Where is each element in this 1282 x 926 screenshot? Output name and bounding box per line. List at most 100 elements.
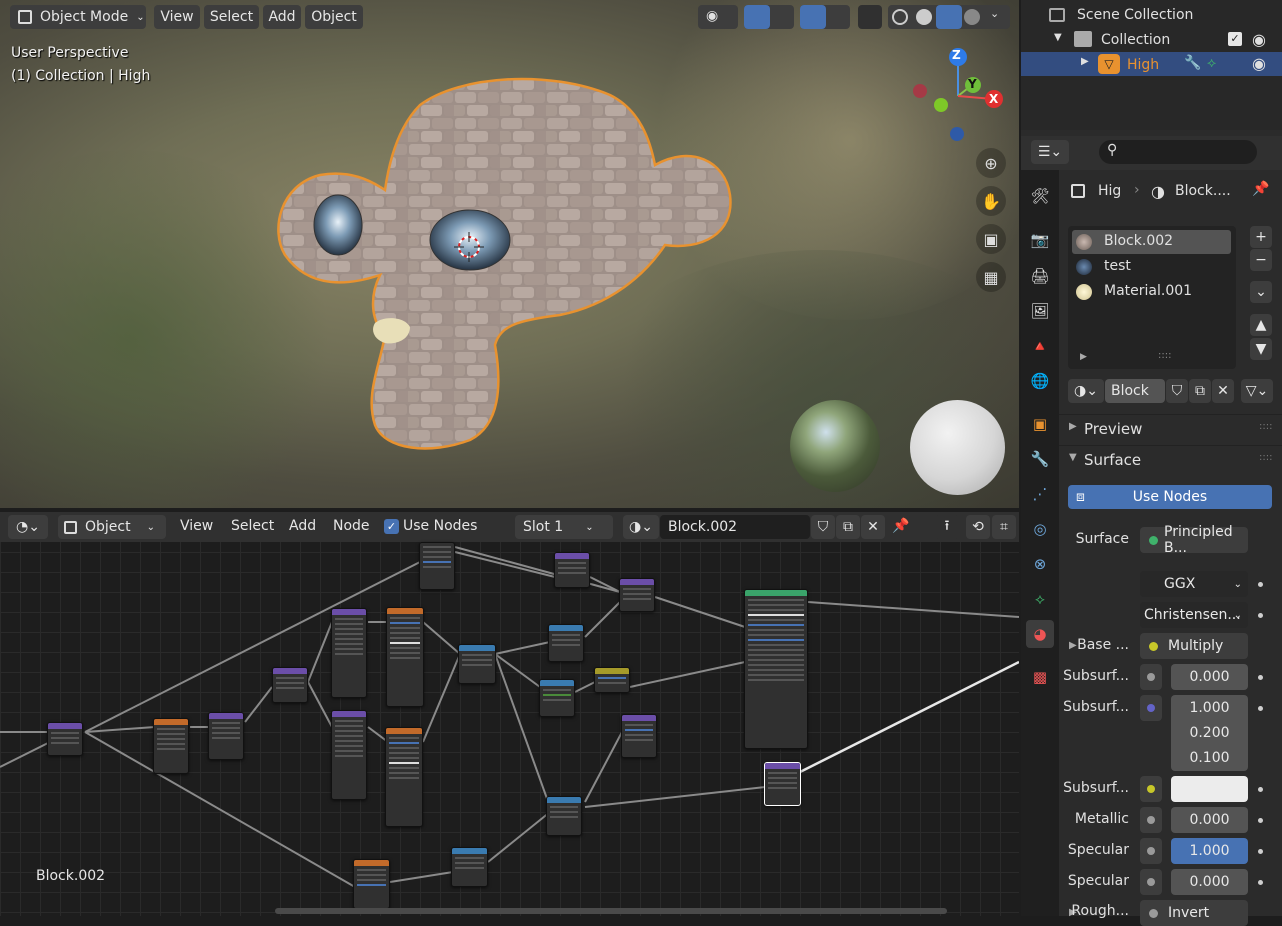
modifier-tab-icon[interactable]: 🔧 bbox=[1026, 445, 1054, 473]
render-tab-icon[interactable]: 📷 bbox=[1026, 226, 1054, 254]
menu-view[interactable]: View bbox=[154, 5, 200, 29]
snap-icon[interactable]: ⟲ bbox=[966, 515, 990, 539]
multiply-node[interactable] bbox=[451, 847, 488, 887]
distribution-dropdown[interactable]: GGX ⌄ bbox=[1140, 571, 1248, 597]
menu-node[interactable]: Node bbox=[333, 518, 370, 534]
object-tab-icon[interactable]: ▣ bbox=[1026, 410, 1054, 438]
move-up-arrow-icon[interactable]: ▲ bbox=[1250, 314, 1272, 336]
collection-label[interactable]: Collection bbox=[1101, 32, 1170, 48]
keyframe-dot-icon[interactable] bbox=[1258, 818, 1263, 823]
material-tab-icon[interactable]: ◕ bbox=[1026, 620, 1054, 648]
material-slot-item[interactable]: Block.002 bbox=[1072, 230, 1231, 254]
duplicate-icon[interactable]: ⧉ bbox=[1189, 379, 1211, 403]
outliner[interactable]: Scene Collection ▼ Collection ✓ ◉ ▶ ▽ Hi… bbox=[1021, 0, 1282, 130]
keyframe-dot-icon[interactable] bbox=[1258, 849, 1263, 854]
shader-type-dropdown[interactable]: Object ⌄ bbox=[58, 515, 166, 539]
resize-handle-icon[interactable]: :::: bbox=[1158, 350, 1171, 361]
multiply-node[interactable] bbox=[47, 722, 83, 756]
metallic-value-field[interactable]: 0.000 bbox=[1171, 807, 1248, 833]
brick-texture-node[interactable] bbox=[385, 727, 423, 827]
math-node[interactable] bbox=[539, 679, 575, 717]
material-browse[interactable]: ◑⌄ bbox=[1068, 379, 1104, 403]
world-tab-icon[interactable]: 🌐 bbox=[1026, 367, 1054, 395]
bump-node[interactable] bbox=[621, 714, 657, 758]
menu-object[interactable]: Object bbox=[305, 5, 363, 29]
noise-texture-node[interactable] bbox=[419, 542, 455, 590]
specular-value-field[interactable]: 1.000 bbox=[1171, 838, 1248, 864]
snap-grid-icon[interactable]: ⌗ bbox=[992, 515, 1016, 539]
keyframe-dot-icon[interactable] bbox=[1258, 675, 1263, 680]
socket-button[interactable] bbox=[1140, 776, 1162, 802]
keyframe-dot-icon[interactable] bbox=[1258, 706, 1263, 711]
eye-icon[interactable]: ◉ bbox=[1252, 30, 1266, 49]
menu-select[interactable]: Select bbox=[204, 5, 259, 29]
slot-dropdown[interactable]: Slot 1 ⌄ bbox=[515, 515, 613, 539]
material-name-field[interactable]: Block bbox=[1105, 379, 1165, 403]
xray-toggle[interactable] bbox=[858, 5, 882, 29]
subsurface-radius-y[interactable]: 0.200 bbox=[1171, 720, 1248, 746]
scene-collection-label[interactable]: Scene Collection bbox=[1077, 7, 1193, 23]
fake-user-shield-icon[interactable]: ⛉ bbox=[1166, 379, 1188, 403]
perspective-grid-icon[interactable]: ▦ bbox=[976, 262, 1006, 292]
parent-node-tree-icon[interactable]: ⭱ bbox=[935, 515, 959, 539]
keyframe-dot-icon[interactable] bbox=[1258, 613, 1263, 618]
roughness-link-field[interactable]: Invert bbox=[1140, 900, 1248, 926]
scene-tab-icon[interactable]: 🔺 bbox=[1026, 332, 1054, 360]
remove-slot-minus-icon[interactable]: − bbox=[1250, 249, 1272, 271]
pan-hand-icon[interactable]: ✋ bbox=[976, 186, 1006, 216]
gizmo-dropdown[interactable] bbox=[744, 5, 794, 29]
displacement-node[interactable] bbox=[764, 762, 801, 806]
tool-tab-icon[interactable]: 🛠 bbox=[1026, 182, 1054, 210]
unlink-close-icon[interactable]: ✕ bbox=[1212, 379, 1234, 403]
subsurface-method-dropdown[interactable]: Christensen... ⌄ bbox=[1140, 602, 1248, 628]
math-node[interactable] bbox=[458, 644, 496, 684]
surface-shader-field[interactable]: Principled B... bbox=[1140, 524, 1248, 556]
material-slot-list[interactable]: Block.002 test Material.001 ▶ :::: bbox=[1068, 226, 1236, 369]
exclude-checkbox[interactable]: ✓ bbox=[1228, 32, 1242, 46]
subsurface-value-field[interactable]: 0.000 bbox=[1171, 664, 1248, 690]
expand-arrow-icon[interactable]: ▶ bbox=[1080, 352, 1087, 362]
texture-tab-icon[interactable]: ▩ bbox=[1026, 663, 1054, 691]
keyframe-dot-icon[interactable] bbox=[1258, 787, 1263, 792]
output-tab-icon[interactable]: 🖨 bbox=[1026, 262, 1054, 290]
mode-select[interactable]: Object Mode ⌄ bbox=[10, 5, 146, 29]
drag-handle-icon[interactable]: :::: bbox=[1259, 452, 1272, 463]
add-node[interactable] bbox=[548, 624, 584, 662]
overlay-dropdown[interactable] bbox=[800, 5, 850, 29]
material-browse[interactable]: ◑⌄ bbox=[623, 515, 659, 539]
3d-viewport[interactable]: Object Mode ⌄ View Select Add Object ◉ ⌄… bbox=[0, 0, 1019, 508]
material-slot-item[interactable]: test bbox=[1072, 255, 1231, 279]
unlink-close-icon[interactable]: ✕ bbox=[861, 515, 885, 539]
multiply-node[interactable] bbox=[619, 578, 655, 612]
subsurface-radius-x[interactable]: 1.000 bbox=[1171, 695, 1248, 721]
multiply-node[interactable] bbox=[554, 552, 590, 588]
surface-panel-header[interactable]: ▼ Surface :::: bbox=[1059, 445, 1282, 473]
shading-selector[interactable]: ⌄ bbox=[888, 5, 1010, 29]
property-search-input[interactable]: ⚲ bbox=[1099, 140, 1257, 164]
camera-view-icon[interactable]: ▣ bbox=[976, 224, 1006, 254]
subtract-node[interactable] bbox=[546, 796, 582, 836]
menu-select[interactable]: Select bbox=[231, 518, 274, 534]
editor-type-dropdown[interactable]: ◔⌄ bbox=[8, 515, 48, 539]
socket-button[interactable] bbox=[1140, 838, 1162, 864]
material-name-field[interactable]: Block.002 bbox=[660, 515, 810, 539]
noise-texture-node[interactable] bbox=[153, 718, 189, 774]
expand-arrow-icon[interactable]: ▶ bbox=[1081, 56, 1089, 67]
menu-view[interactable]: View bbox=[180, 518, 213, 534]
socket-button[interactable] bbox=[1140, 664, 1162, 690]
slot-specials-chevron-icon[interactable]: ⌄ bbox=[1250, 281, 1272, 303]
use-nodes-button[interactable]: ⧈ Use Nodes bbox=[1068, 485, 1272, 509]
zoom-icon[interactable]: ⊕ bbox=[976, 148, 1006, 178]
horizontal-scrollbar[interactable] bbox=[275, 908, 947, 914]
socket-button[interactable] bbox=[1140, 695, 1162, 721]
link-dropdown[interactable]: ▽⌄ bbox=[1241, 379, 1273, 403]
keyframe-dot-icon[interactable] bbox=[1258, 582, 1263, 587]
noise-texture-node[interactable] bbox=[353, 859, 390, 909]
preview-panel-header[interactable]: ▶ Preview :::: bbox=[1059, 414, 1282, 442]
add-slot-plus-icon[interactable]: + bbox=[1250, 226, 1272, 248]
view-layer-tab-icon[interactable]: 🖼 bbox=[1026, 297, 1054, 325]
invert-node[interactable] bbox=[594, 667, 630, 693]
shader-node-editor[interactable]: ◔⌄ Object ⌄ View Select Add Node ✓ Use N… bbox=[0, 512, 1019, 916]
socket-button[interactable] bbox=[1140, 869, 1162, 895]
add-node[interactable] bbox=[272, 667, 308, 703]
